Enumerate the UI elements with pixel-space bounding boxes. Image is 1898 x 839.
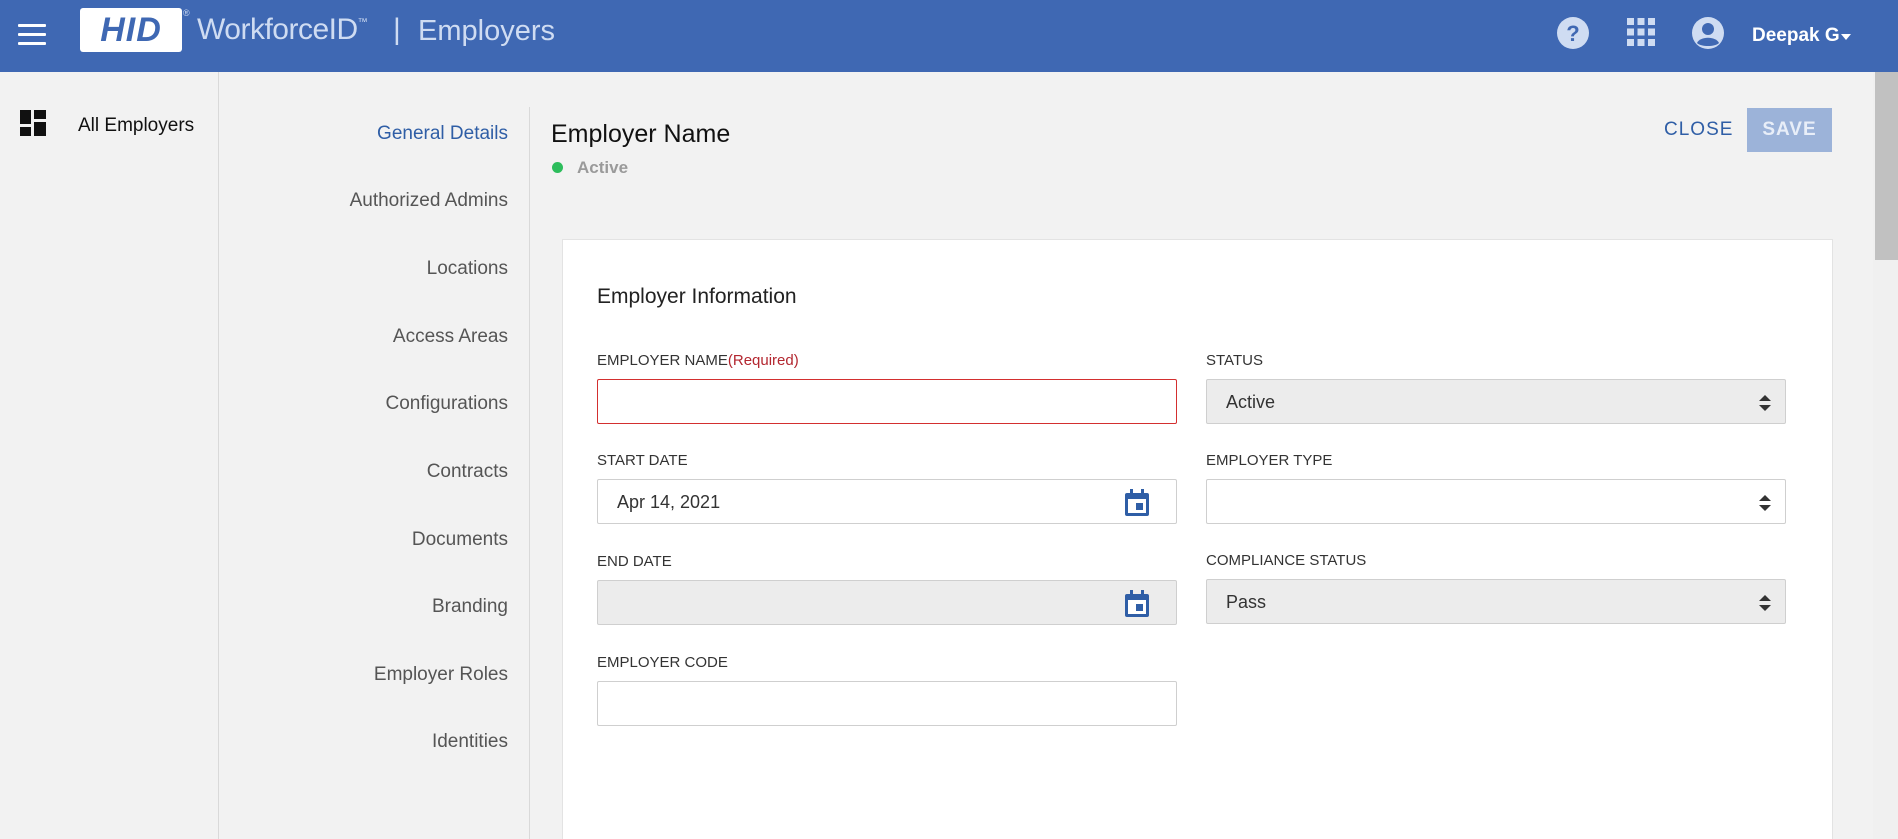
section-employer-roles[interactable]: Employer Roles xyxy=(374,664,508,686)
section-configurations[interactable]: Configurations xyxy=(385,393,508,415)
start-date-label: START DATE xyxy=(597,452,688,469)
status-dot-icon xyxy=(552,162,563,173)
user-menu[interactable]: Deepak G xyxy=(1752,25,1840,47)
compliance-status-select[interactable]: Pass xyxy=(1206,579,1786,624)
scrollbar-thumb[interactable] xyxy=(1875,72,1898,260)
start-date-value: Apr 14, 2021 xyxy=(617,492,721,512)
compliance-status-value: Pass xyxy=(1226,592,1267,612)
product-name: WorkforceID™ xyxy=(197,13,368,46)
help-icon[interactable]: ? xyxy=(1556,16,1590,55)
employer-code-field[interactable] xyxy=(597,681,1177,726)
nav-item-all-employers[interactable]: All Employers xyxy=(20,110,194,141)
end-date-field[interactable] xyxy=(597,580,1177,625)
section-branding[interactable]: Branding xyxy=(432,596,508,618)
svg-text:?: ? xyxy=(1566,21,1579,46)
employer-type-select[interactable] xyxy=(1206,479,1786,524)
save-button[interactable]: SAVE xyxy=(1747,108,1832,152)
section-documents[interactable]: Documents xyxy=(412,529,508,551)
section-contracts[interactable]: Contracts xyxy=(427,461,508,483)
registered-mark: ® xyxy=(183,8,190,18)
end-date-label: END DATE xyxy=(597,553,672,570)
nav-item-label: All Employers xyxy=(78,114,195,136)
employer-code-label: EMPLOYER CODE xyxy=(597,654,728,671)
section-locations[interactable]: Locations xyxy=(427,258,508,280)
menu-icon[interactable] xyxy=(18,24,46,46)
employer-info-card: Employer Information EMPLOYER NAME(Requi… xyxy=(562,239,1833,839)
calendar-icon[interactable] xyxy=(1124,590,1150,623)
section-access-areas[interactable]: Access Areas xyxy=(393,326,508,348)
section-nav: General Details Authorized Admins Locati… xyxy=(220,107,530,839)
page-title: Employer Name xyxy=(551,120,731,148)
close-button[interactable]: CLOSE xyxy=(1664,119,1733,141)
apps-grid-icon[interactable] xyxy=(1627,18,1655,51)
employer-name-field[interactable] xyxy=(597,379,1177,424)
hid-logo: HID xyxy=(80,8,182,52)
sort-arrows-icon xyxy=(1759,495,1771,516)
status-field-label: STATUS xyxy=(1206,352,1263,369)
account-icon[interactable] xyxy=(1691,16,1725,55)
status-select-value: Active xyxy=(1226,392,1276,412)
status-label: Active xyxy=(577,158,629,177)
top-bar: HID ® WorkforceID™ | Employers ? Deepak … xyxy=(0,0,1898,72)
compliance-status-label: COMPLIANCE STATUS xyxy=(1206,552,1367,569)
sort-arrows-icon xyxy=(1759,595,1771,616)
section-authorized-admins[interactable]: Authorized Admins xyxy=(350,190,508,212)
required-indicator: (Required) xyxy=(727,352,799,369)
employer-type-label: EMPLOYER TYPE xyxy=(1206,452,1333,469)
card-title: Employer Information xyxy=(597,285,797,308)
header-page-name: Employers xyxy=(418,15,555,47)
dashboard-icon xyxy=(20,110,46,141)
status-select[interactable]: Active xyxy=(1206,379,1786,424)
employer-name-label: EMPLOYER NAME(Required) xyxy=(597,352,799,369)
left-nav: All Employers xyxy=(0,72,219,839)
calendar-icon[interactable] xyxy=(1124,489,1150,522)
sort-arrows-icon xyxy=(1759,395,1771,416)
section-identities[interactable]: Identities xyxy=(432,731,508,753)
section-general-details[interactable]: General Details xyxy=(377,123,508,145)
caret-down-icon[interactable] xyxy=(1841,34,1851,40)
start-date-field[interactable]: Apr 14, 2021 xyxy=(597,479,1177,524)
header-separator: | xyxy=(393,13,401,46)
